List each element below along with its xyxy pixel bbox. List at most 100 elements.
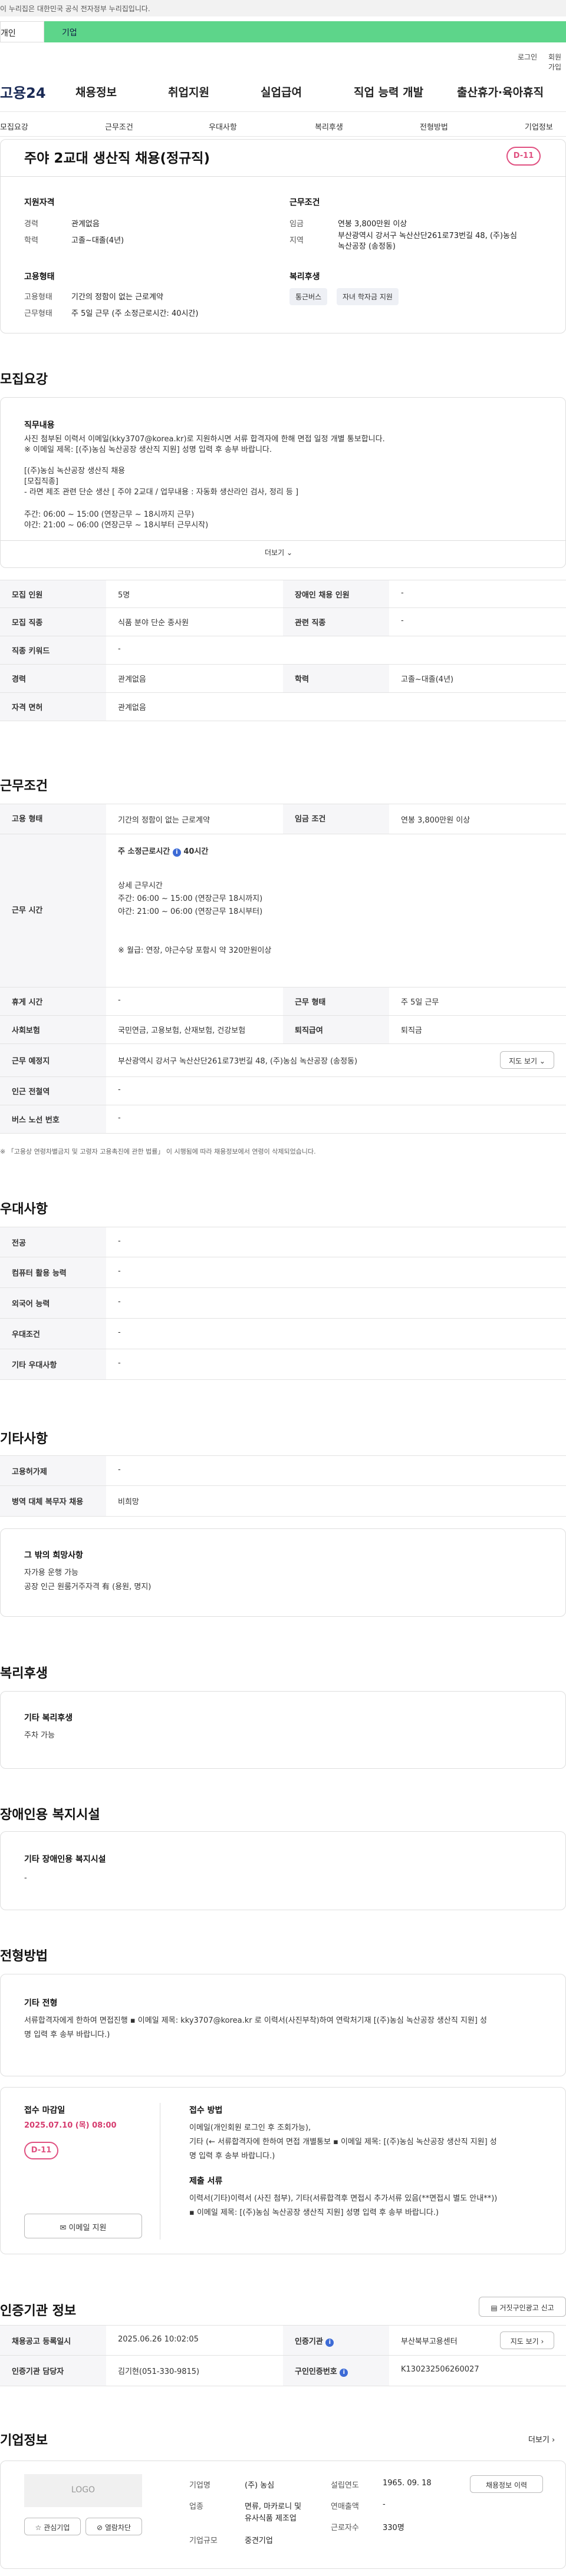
anchor-recruit[interactable]: 모집요강 (0, 121, 28, 132)
summary-card: 주야 2교대 생산직 채용(정규직) D-11 지원자격 경력 관계없음 학력 … (0, 139, 566, 333)
row-value: - (118, 1114, 121, 1122)
hope-line-2: 공장 인근 원룸거주자격 有 (용원, 명지) (24, 1583, 152, 1591)
anchor-company[interactable]: 기업정보 (525, 121, 553, 132)
dday-badge: D-11 (506, 147, 541, 166)
edu-label: 학력 (24, 236, 38, 245)
login-link[interactable]: 로그인 (518, 52, 537, 62)
row-value-2: 연봉 3,800만원 이상 (401, 816, 470, 825)
method-line-1: 서류합격자에게 한하여 면접진행 ▪ 이메일 제목: kky3707@korea… (24, 2016, 488, 2025)
map-button[interactable]: 지도 보기 ⌄ (500, 1051, 554, 1069)
table-row: 경력 관계없음 학력 고졸~대졸(4년) (0, 665, 566, 693)
work-detail-head: 상세 근무시간 (118, 881, 163, 890)
row-value-2: K130232506260027 (401, 2365, 479, 2374)
row-label: 인근 전철역 (0, 1077, 106, 1105)
emp-type-value: 기간의 정함이 없는 근로계약 (71, 293, 163, 302)
email-apply-button[interactable]: ✉ 이메일 지원 (24, 2214, 142, 2238)
gnb-menu-training[interactable]: 직업 능력 개발 (354, 84, 423, 100)
work-week-hours: 주 소정근로시간 i 40시간 (118, 847, 209, 857)
job-title: 주야 2교대 생산직 채용(정규직) (24, 151, 210, 166)
anchor-selection[interactable]: 전형방법 (420, 121, 448, 132)
table-row: 고용허가제 - (0, 1455, 566, 1486)
table-row: 전공 - (0, 1227, 566, 1257)
company-employees-value: 330명 (383, 2524, 404, 2532)
method-head: 기타 전형 (24, 1999, 58, 2008)
site-logo[interactable]: 고용24 (0, 81, 46, 102)
row-value: - (118, 1085, 121, 1094)
duty-more-button[interactable]: 더보기 ⌄ (265, 546, 292, 559)
agency-section-title: 인증기관 정보 (0, 2304, 77, 2319)
row-value: - (118, 1359, 121, 1368)
anchor-work[interactable]: 근무조건 (105, 121, 133, 132)
company-name-value: (주) 농심 (245, 2481, 275, 2490)
member-type-tabs: 개인 기업 (0, 21, 566, 42)
row-label: 자격 면허 (0, 693, 106, 721)
gnb-menu-jobs[interactable]: 채용정보 (75, 84, 117, 100)
table-row: 인증기관 담당자 김기현(051-330-9815) 구인인증번호 i K130… (0, 2356, 566, 2386)
block-company-button[interactable]: ⊘ 열람차단 (85, 2518, 142, 2535)
hope-line-1: 자가용 운행 가능 (24, 1568, 78, 1577)
row-label: 경력 (0, 665, 106, 692)
anchor-pref[interactable]: 우대사항 (209, 121, 237, 132)
false-ad-report-button[interactable]: ▤ 거짓구인광고 신고 (479, 2297, 566, 2317)
company-founded-label: 설립연도 (331, 2481, 359, 2490)
row-label: 외국어 능력 (0, 1288, 106, 1318)
table-row: 우대조건 - (0, 1319, 566, 1349)
agency-map-button[interactable]: 지도 보기 › (500, 2331, 554, 2349)
gnb-menu-employment-support[interactable]: 취업지원 (168, 84, 209, 100)
work-form-value: 주 5일 근무 (주 소정근로시간: 40시간) (71, 309, 199, 318)
summary-divider (1, 176, 566, 177)
anchor-welfare[interactable]: 복리후생 (315, 121, 343, 132)
row-label-2: 장애인 채용 인원 (283, 580, 389, 607)
gnb-menu-leave[interactable]: 출산휴가·육아휴직 (457, 84, 544, 100)
table-row: 외국어 능력 - (0, 1288, 566, 1319)
row-label: 사회보험 (0, 1016, 106, 1043)
company-industry-value-line2: 유사식품 제조업 (245, 2514, 297, 2523)
table-row: 자격 면허 관계없음 (0, 693, 566, 721)
row-label: 컴퓨터 활용 능력 (0, 1257, 106, 1287)
age-law-note: ※ 「고용상 연령차별금지 및 고령자 고용촉진에 관한 법률」 이 시행됨에 … (0, 1148, 316, 1155)
table-row: 기타 우대사항 - (0, 1349, 566, 1380)
tab-personal[interactable]: 개인 (0, 21, 44, 42)
work-detail-pay: ※ 월급: 연장, 야근수당 포함시 약 320만원이상 (118, 946, 272, 955)
table-row: 채용공고 등록일시 2025.06.26 10:02:05 인증기관 i 부산북… (0, 2325, 566, 2356)
row-value: 비희망 (118, 1498, 139, 1507)
row-label: 채용공고 등록일시 (0, 2326, 106, 2355)
company-history-button[interactable]: 채용정보 이력 (470, 2475, 543, 2493)
info-icon[interactable]: i (172, 848, 181, 857)
info-icon[interactable]: i (340, 2369, 348, 2377)
welfare-head: 복리후생 (289, 272, 320, 282)
qual-head: 지원자격 (24, 198, 55, 207)
table-row: 컴퓨터 활용 능력 - (0, 1257, 566, 1288)
etc-section-title: 기타사항 (0, 1432, 48, 1446)
company-more-link[interactable]: 더보기 › (528, 2433, 555, 2445)
gnb-menu-unemployment[interactable]: 실업급여 (261, 84, 302, 100)
company-sales-value: - (383, 2500, 386, 2509)
duty-line-2: ※ 이메일 제목: [(주)농심 녹산공장 생산직 지원] 성명 입력 후 송부… (24, 445, 272, 454)
duty-head: 직무내용 (24, 421, 55, 430)
signup-link[interactable]: 회원가입 (548, 52, 566, 72)
row-label: 모집 인원 (0, 580, 106, 607)
work-form-label: 근무형태 (24, 309, 52, 318)
table-row: 사회보험 국민연금, 고용보험, 산재보험, 건강보험 퇴직급여 퇴직금 (0, 1016, 566, 1044)
favorite-company-button[interactable]: ☆ 관심기업 (24, 2518, 81, 2535)
welfare-chip-bus: 통근버스 (289, 288, 328, 305)
company-founded-value: 1965. 09. 18 (383, 2479, 432, 2488)
facility-section-title: 장애인용 복지시설 (0, 1808, 100, 1822)
table-row: 휴게 시간 - 근무 형태 주 5일 근무 (0, 988, 566, 1016)
row-label: 근무 시간 (0, 834, 106, 987)
row-value: - (118, 1237, 121, 1246)
table-row: 버스 노선 번호 - (0, 1105, 566, 1134)
work-detail-night: 야간: 21:00 ~ 06:00 (연장근무 18시부터) (118, 907, 263, 916)
table-row: 고용 형태 기간의 정함이 없는 근로계약 임금 조건 연봉 3,800만원 이… (0, 804, 566, 834)
row-value-2: - (401, 616, 404, 625)
apply-dday-badge: D-11 (24, 2142, 58, 2159)
tab-company[interactable]: 기업 (44, 21, 566, 42)
row-value-2: 주 5일 근무 (401, 998, 439, 1007)
info-icon[interactable]: i (325, 2339, 334, 2347)
welfare-card: 기타 복리후생 주차 가능 (0, 1691, 566, 1769)
method-line-2: 명 입력 후 송부 바랍니다.) (24, 2030, 110, 2039)
company-industry-label: 업종 (189, 2502, 203, 2511)
duty-more-divider (1, 540, 566, 541)
pref-section-title: 우대사항 (0, 1202, 48, 1217)
table-row: 근무 예정지 부산광역시 강서구 녹산산단261로73번길 48, (주)농심 … (0, 1044, 566, 1077)
